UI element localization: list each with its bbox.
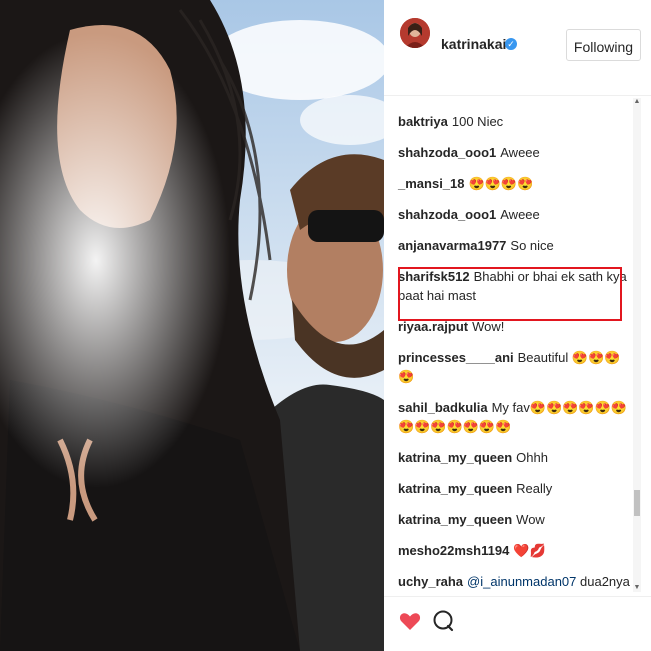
highlight-box: [398, 267, 622, 321]
username[interactable]: katrinakaif: [441, 36, 511, 52]
comment-user[interactable]: _mansi_18: [398, 176, 465, 191]
scroll-thumb[interactable]: [634, 490, 640, 516]
following-button[interactable]: Following: [566, 29, 641, 61]
post-sidebar: katrinakaif ✓ Following baktriya 100 Niec…: [384, 0, 651, 651]
scroll-down-arrow-icon[interactable]: ▼: [633, 584, 641, 592]
divider: [384, 596, 651, 597]
comment-user[interactable]: baktriya: [398, 114, 448, 129]
comment-text: Ohhh: [516, 450, 548, 465]
comment-icon[interactable]: [431, 609, 455, 633]
post-photo: [0, 0, 384, 651]
comment-item: sahil_badkulia My fav😍😍😍😍😍😍😍😍😍😍😍😍😍: [398, 398, 636, 436]
comment-user[interactable]: riyaa.rajput: [398, 319, 468, 334]
comment-text: ❤️💋: [513, 543, 546, 558]
comments-scrollbar[interactable]: ▲ ▼: [633, 98, 641, 592]
comment-mention[interactable]: @i_ainunmadan07: [467, 574, 576, 589]
post-header: katrinakaif ✓ Following: [384, 0, 651, 96]
comment-user[interactable]: katrina_my_queen: [398, 481, 512, 496]
comment-text: Aweee: [500, 207, 540, 222]
heart-icon[interactable]: [398, 609, 422, 633]
comment-text: 😍😍😍😍: [468, 176, 534, 191]
comment-item: baktriya 100 Niec: [398, 112, 636, 131]
comment-text: Aweee: [500, 145, 540, 160]
comment-text: So nice: [510, 238, 554, 253]
comment-item: anjanavarma1977 So nice: [398, 236, 636, 255]
verified-badge-icon: ✓: [505, 38, 517, 50]
comment-list: baktriya 100 Niec shahzoda_ooo1 Aweee _man…: [398, 112, 636, 603]
scroll-up-arrow-icon[interactable]: ▲: [633, 98, 641, 106]
comment-text: Wow: [516, 512, 545, 527]
comment-item: shahzoda_ooo1 Aweee: [398, 205, 636, 224]
comment-text: dua2nya: [580, 574, 630, 589]
comment-text: 100 Niec: [451, 114, 504, 129]
comment-item: katrina_my_queen Wow: [398, 510, 636, 529]
comment-user[interactable]: shahzoda_ooo1: [398, 145, 496, 160]
comment-user[interactable]: princesses____ani: [398, 350, 514, 365]
comment-user[interactable]: katrina_my_queen: [398, 450, 512, 465]
comment-item: _mansi_18 😍😍😍😍: [398, 174, 636, 193]
comment-user[interactable]: sahil_badkulia: [398, 400, 488, 415]
comment-user[interactable]: katrina_my_queen: [398, 512, 512, 527]
comment-item: mesho22msh1194 ❤️💋: [398, 541, 636, 560]
avatar[interactable]: [400, 18, 430, 48]
comment-user[interactable]: anjanavarma1977: [398, 238, 506, 253]
comment-item: shahzoda_ooo1 Aweee: [398, 143, 636, 162]
comment-item: princesses____ani Beautiful 😍😍😍😍: [398, 348, 636, 386]
comment-text: Wow!: [472, 319, 505, 334]
comment-user[interactable]: uchy_raha: [398, 574, 463, 589]
comment-item: uchy_raha @i_ainunmadan07 dua2nya: [398, 572, 636, 591]
comment-user[interactable]: shahzoda_ooo1: [398, 207, 496, 222]
comment-text: Really: [516, 481, 553, 496]
comment-user[interactable]: mesho22msh1194: [398, 543, 509, 558]
comment-item: katrina_my_queen Ohhh: [398, 448, 636, 467]
comment-item: katrina_my_queen Really: [398, 479, 636, 498]
